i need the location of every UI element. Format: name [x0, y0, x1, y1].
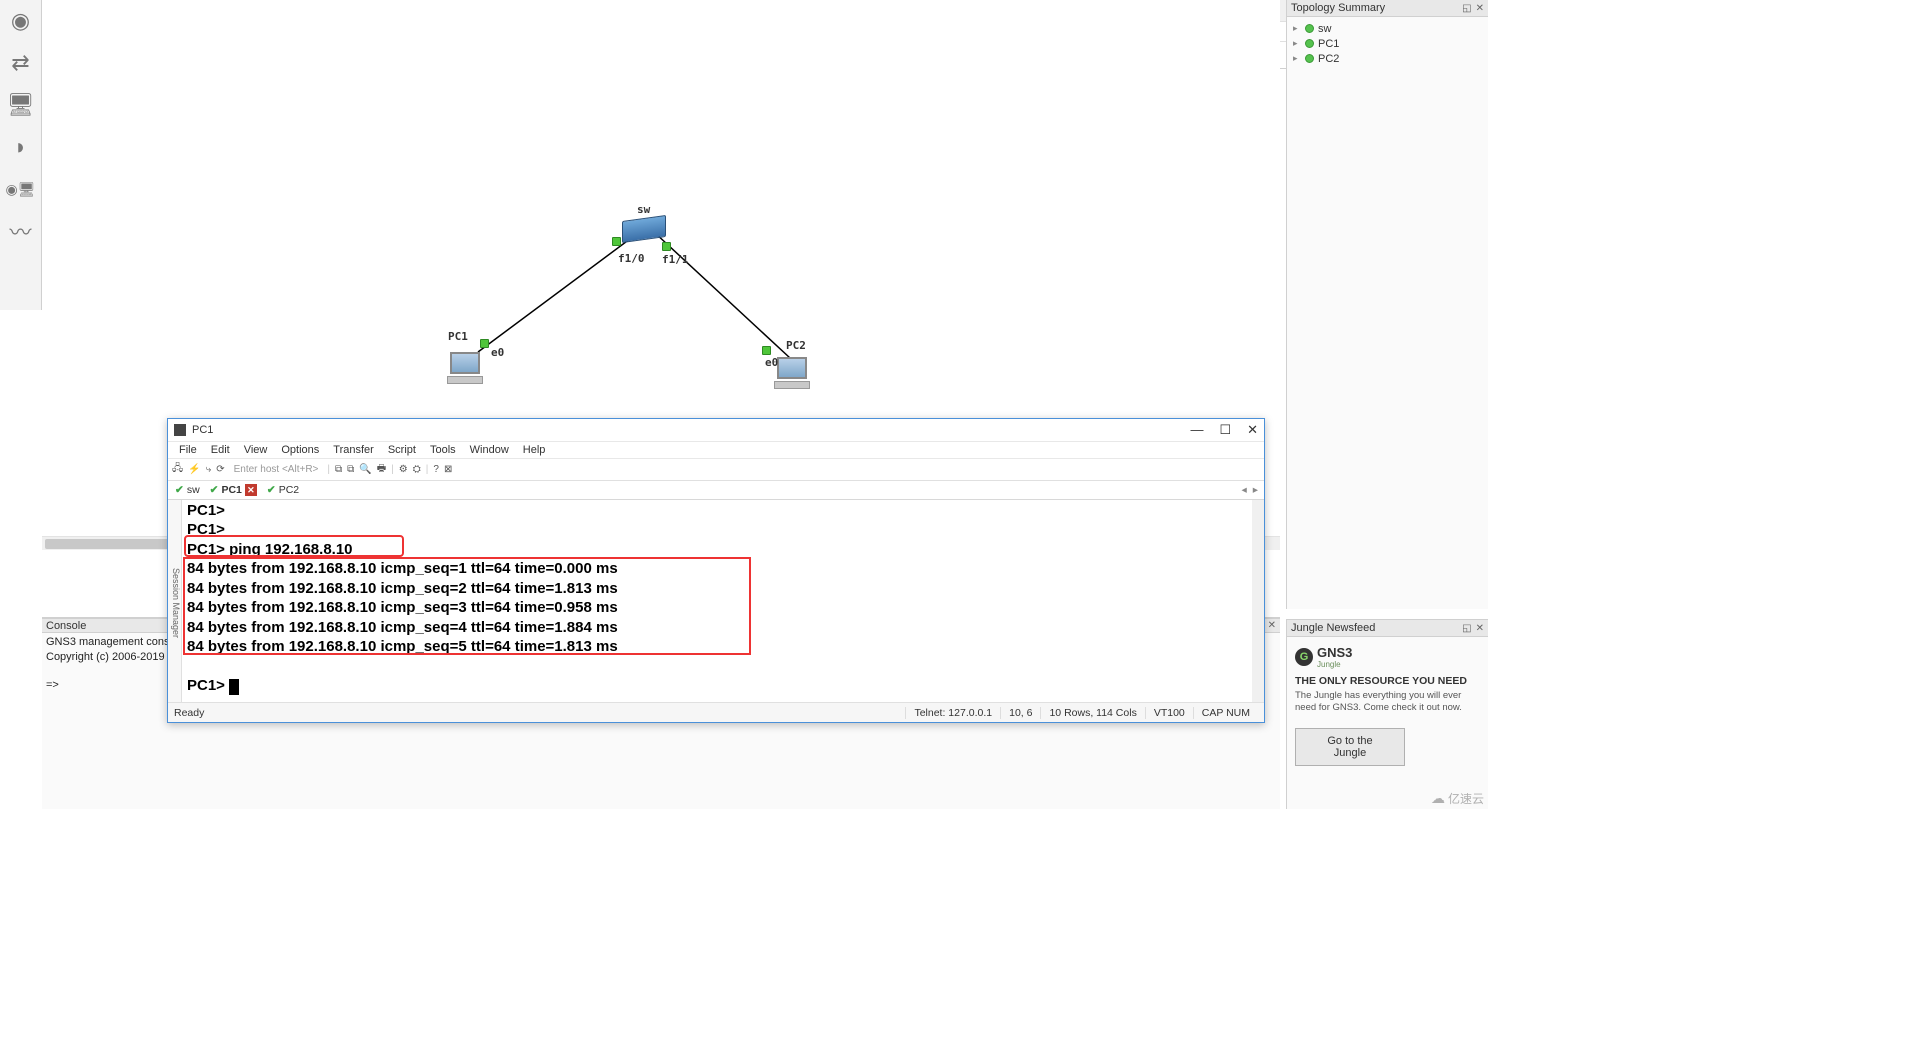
news-title: Jungle Newsfeed ◱✕ [1287, 620, 1488, 637]
pc1-node[interactable] [447, 352, 483, 386]
terminal-menubar: File Edit View Options Transfer Script T… [168, 441, 1264, 459]
term-tool-paste[interactable]: ⧉ [347, 464, 354, 475]
term-menu-transfer[interactable]: Transfer [326, 444, 381, 456]
device-toolbar: ◉ ⇄ 🖥 ◗ ◉🖥 〰 [0, 0, 42, 310]
link-status-dot [480, 339, 489, 348]
tab-sw[interactable]: ✔sw [170, 484, 205, 496]
terminal-statusbar: Ready Telnet: 127.0.0.1 10, 6 10 Rows, 1… [168, 702, 1264, 722]
news-panel: Jungle Newsfeed ◱✕ G GNS3Jungle THE ONLY… [1286, 619, 1488, 809]
term-tool-reconn[interactable]: ⟳ [216, 464, 224, 475]
tree-item-sw[interactable]: ▸sw [1293, 21, 1482, 36]
terminal-window: PC1 — ☐ ✕ File Edit View Options Transfe… [167, 418, 1265, 723]
term-menu-file[interactable]: File [172, 444, 204, 456]
news-headline: THE ONLY RESOURCE YOU NEED [1295, 675, 1480, 687]
terminal-title: PC1 [192, 424, 213, 436]
session-manager-tab[interactable]: Session Manager [168, 500, 182, 702]
term-tool-quick[interactable]: ⚡ [188, 464, 200, 475]
security-category[interactable]: ◗ [4, 130, 38, 164]
term-tool-x[interactable]: ⊠ [444, 464, 452, 475]
term-min-button[interactable]: — [1190, 422, 1203, 438]
term-tool-session[interactable]: ⛭ [413, 464, 421, 475]
term-menu-help[interactable]: Help [516, 444, 553, 456]
tab-pc2[interactable]: ✔PC2 [262, 484, 304, 496]
pc1-port-label: e0 [491, 346, 504, 359]
term-close-button[interactable]: ✕ [1247, 422, 1258, 438]
panel-close[interactable]: ✕ [1268, 620, 1276, 631]
link-status-dot [662, 242, 671, 251]
term-menu-script[interactable]: Script [381, 444, 423, 456]
term-tool-disc[interactable]: ⤷ [206, 464, 212, 475]
term-menu-edit[interactable]: Edit [204, 444, 237, 456]
annotation-box-command [184, 535, 404, 557]
news-brand-sub: Jungle [1317, 660, 1352, 669]
status-ready: Ready [174, 707, 204, 719]
router-category[interactable]: ◉ [4, 4, 38, 38]
switch-label: sw [637, 203, 650, 216]
panel-undock[interactable]: ◱ [1462, 623, 1471, 634]
status-connection: Telnet: 127.0.0.1 [905, 707, 1000, 719]
panel-undock[interactable]: ◱ [1462, 3, 1471, 14]
link-status-dot [762, 346, 771, 355]
terminal-scrollbar[interactable] [1252, 500, 1264, 702]
term-tool-print[interactable]: 🖶 [377, 461, 386, 478]
tab-pc1[interactable]: ✔PC1✕ [205, 484, 262, 496]
status-emu: VT100 [1145, 707, 1193, 719]
pc1-label: PC1 [448, 330, 468, 343]
status-caps: CAP NUM [1193, 707, 1258, 719]
switch-node[interactable] [622, 215, 666, 243]
term-menu-options[interactable]: Options [274, 444, 326, 456]
news-cta-button[interactable]: Go to the Jungle [1295, 728, 1405, 766]
cursor [229, 679, 239, 695]
panel-close[interactable]: ✕ [1476, 623, 1484, 634]
term-menu-tools[interactable]: Tools [423, 444, 463, 456]
tab-next[interactable]: ▸ [1253, 484, 1258, 496]
end-device-category[interactable]: 🖥 [4, 88, 38, 122]
panel-close[interactable]: ✕ [1476, 3, 1484, 14]
pc2-node[interactable] [774, 357, 810, 391]
tree-item-pc2[interactable]: ▸PC2 [1293, 51, 1482, 66]
port-f10-label: f1/0 [618, 252, 645, 265]
news-brand: GNS3 [1317, 645, 1352, 660]
pc2-label: PC2 [786, 339, 806, 352]
node-tree[interactable]: ▸sw ▸PC1 ▸PC2 [1287, 17, 1488, 70]
switch-category[interactable]: ⇄ [4, 46, 38, 80]
terminal-titlebar[interactable]: PC1 — ☐ ✕ [168, 419, 1264, 441]
link-status-dot [612, 237, 621, 246]
term-tool-help[interactable]: ? [433, 464, 439, 475]
tab-prev[interactable]: ◂ [1241, 484, 1246, 496]
terminal-icon [174, 424, 186, 436]
terminal-tabs: ✔sw ✔PC1✕ ✔PC2 ◂ ▸ [168, 481, 1264, 500]
watermark: ☁亿速云 [1431, 790, 1484, 807]
term-host-hint[interactable]: Enter host <Alt+R> [230, 464, 323, 475]
port-f11-label: f1/1 [662, 253, 689, 266]
tab-close-icon[interactable]: ✕ [245, 484, 257, 496]
term-tool-connect[interactable]: 🖧 [172, 461, 183, 478]
term-tool-options[interactable]: ⚙ [399, 464, 408, 475]
term-tool-copy[interactable]: ⧉ [335, 464, 342, 475]
terminal-toolbar: 🖧 ⚡ ⤷ ⟳ Enter host <Alt+R> | ⧉ ⧉ 🔍 🖶 | ⚙… [168, 459, 1264, 481]
term-tool-find[interactable]: 🔍 [359, 464, 371, 475]
all-devices[interactable]: ◉🖥 [4, 172, 38, 206]
link-tool[interactable]: 〰 [4, 214, 38, 248]
tree-item-pc1[interactable]: ▸PC1 [1293, 36, 1482, 51]
news-blurb: The Jungle has everything you will ever … [1295, 690, 1480, 714]
topology-summary-panel: Topology Summary ◱✕ ▸sw ▸PC1 ▸PC2 [1286, 0, 1488, 609]
gns3-logo-icon: G [1295, 648, 1313, 666]
term-menu-window[interactable]: Window [463, 444, 516, 456]
term-max-button[interactable]: ☐ [1219, 422, 1231, 438]
status-size: 10 Rows, 114 Cols [1040, 707, 1144, 719]
annotation-box-output [183, 557, 751, 655]
status-pos: 10, 6 [1000, 707, 1040, 719]
pc2-port-label: e0 [765, 356, 778, 369]
topology-summary-title: Topology Summary ◱✕ [1287, 0, 1488, 17]
term-menu-view[interactable]: View [237, 444, 275, 456]
